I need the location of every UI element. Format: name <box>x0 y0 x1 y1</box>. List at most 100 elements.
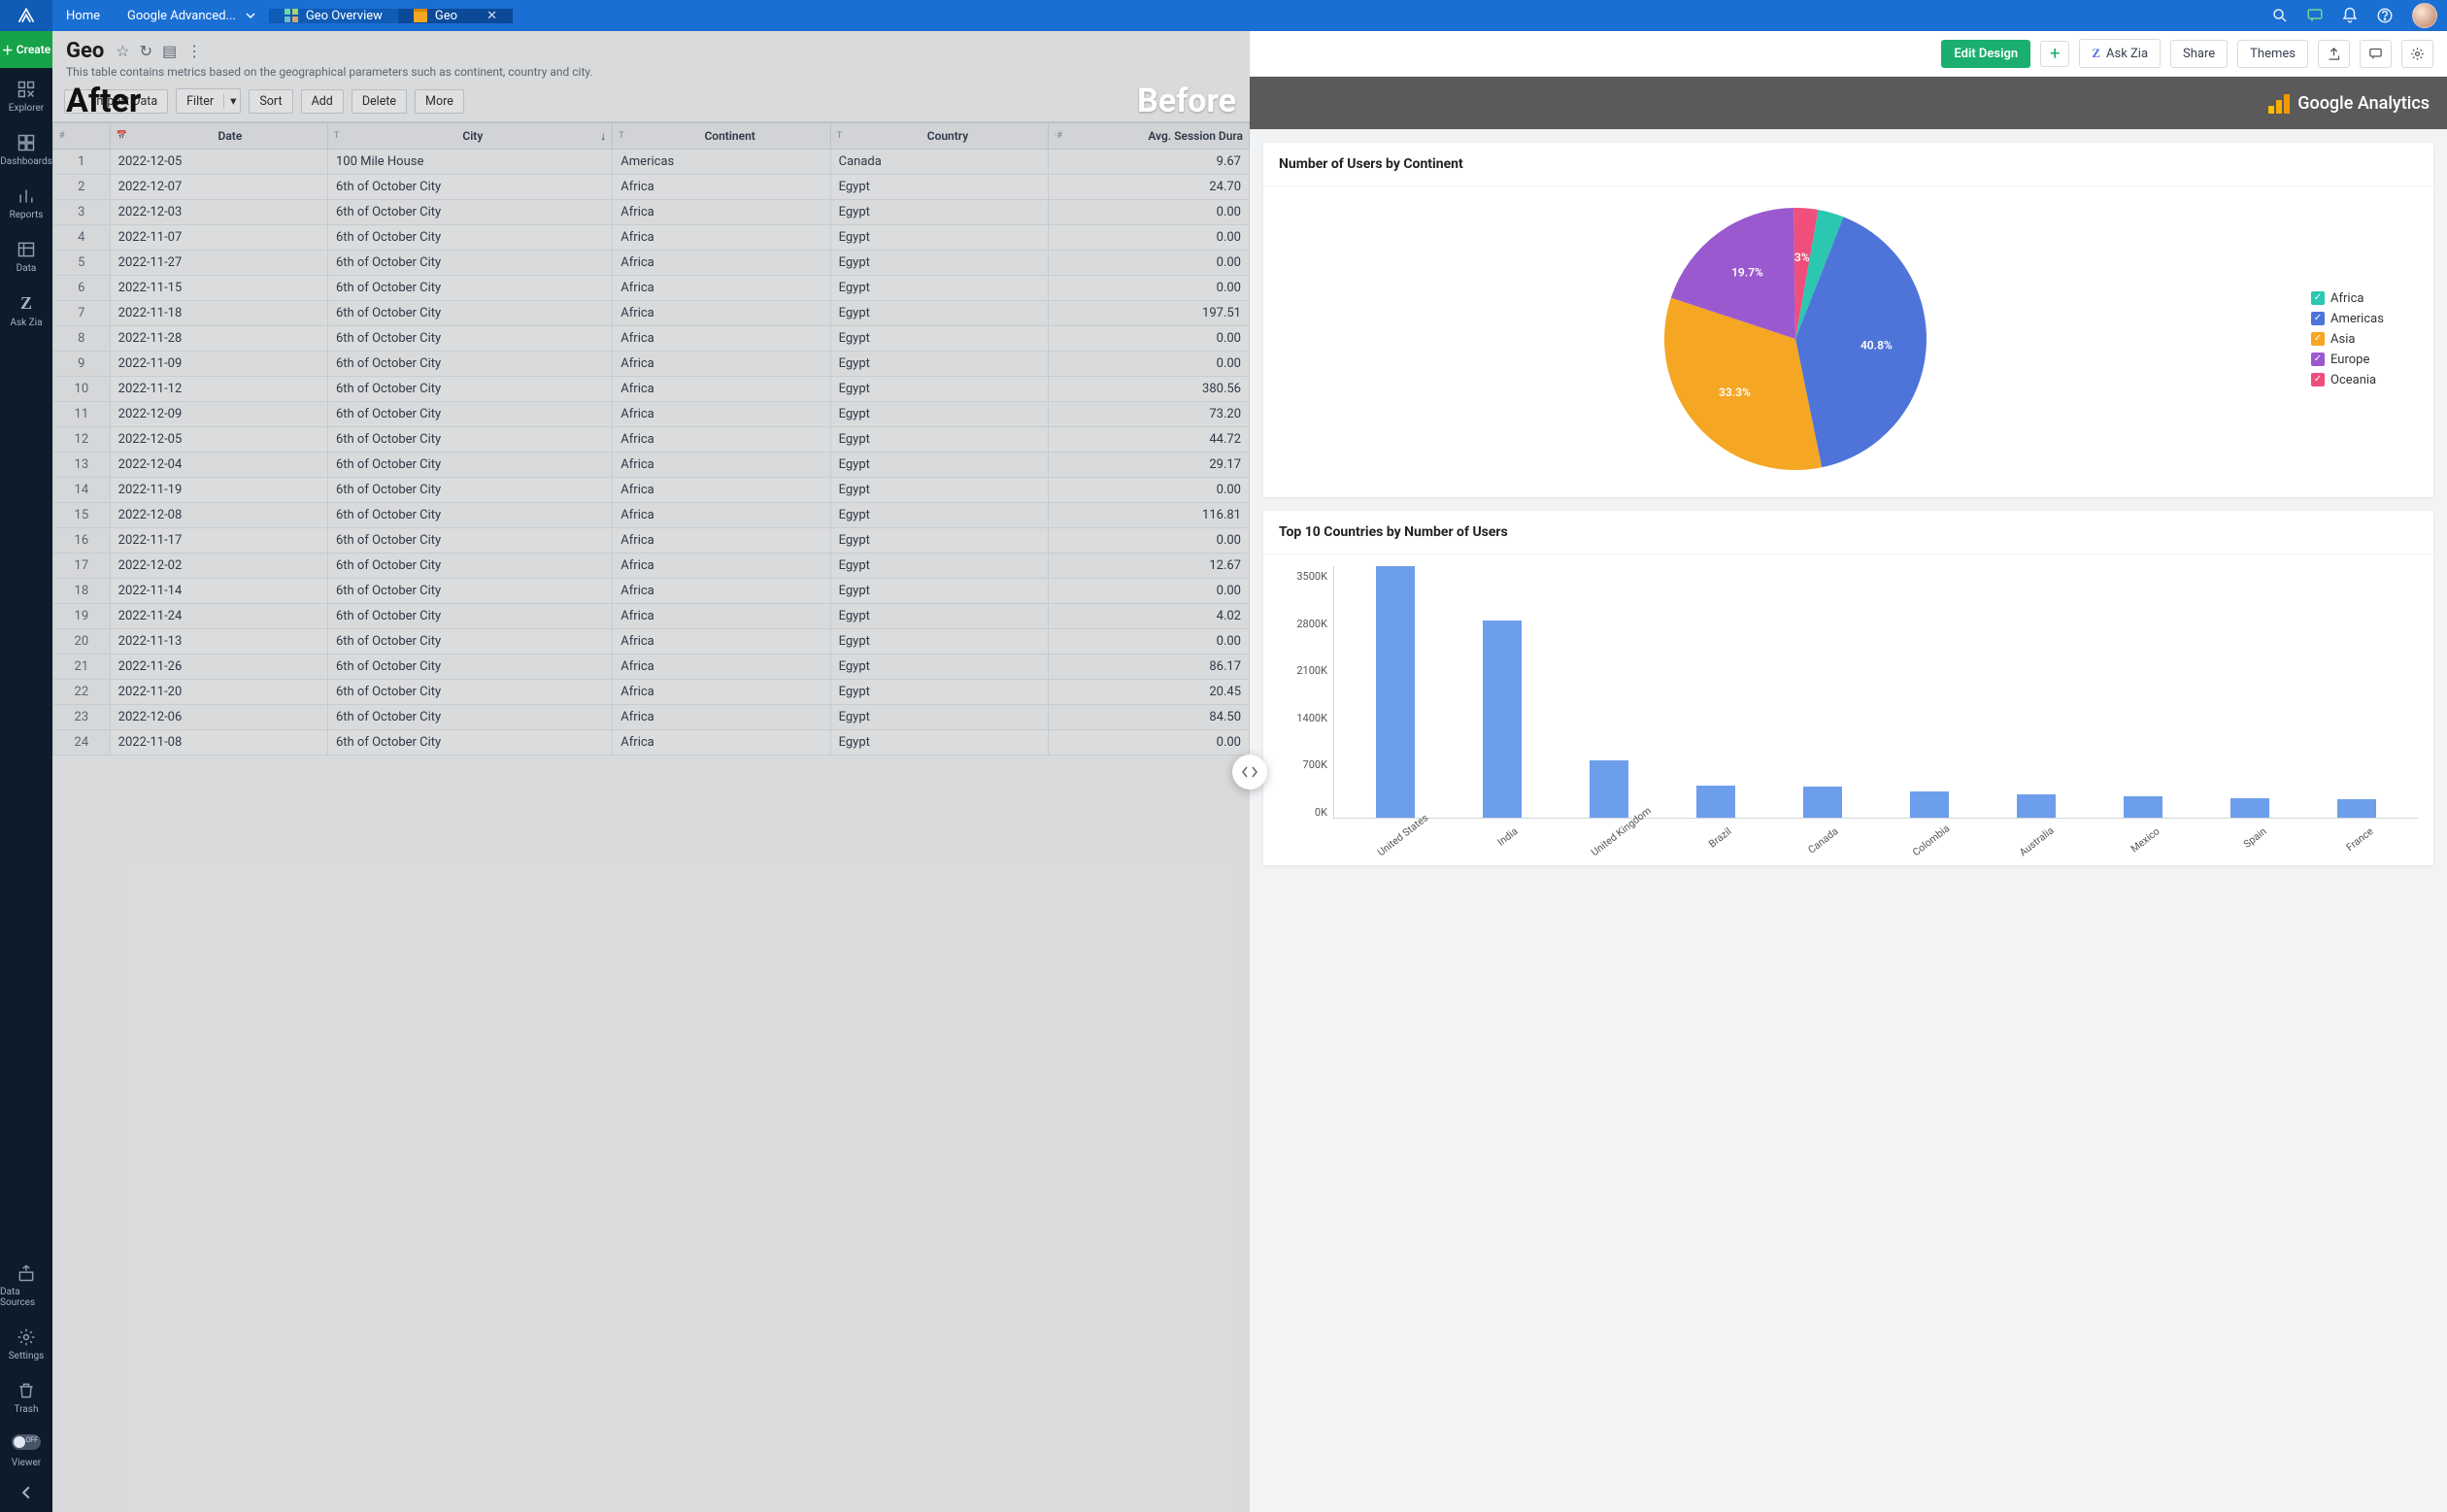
page-title: Geo <box>66 39 104 63</box>
save-icon[interactable]: ▤ <box>162 42 177 60</box>
bar-spain[interactable] <box>2230 798 2269 818</box>
legend-africa[interactable]: ✓Africa <box>2311 291 2418 306</box>
bar-brazil[interactable] <box>1696 786 1735 818</box>
nav-data-sources[interactable]: Data Sources <box>0 1252 52 1316</box>
search-icon[interactable] <box>2263 0 2297 31</box>
table-row[interactable]: 12022-12-05100 Mile HouseAmericasCanada9… <box>53 150 1250 175</box>
collapse-nav-icon[interactable] <box>19 1476 33 1512</box>
themes-button[interactable]: Themes <box>2237 40 2308 68</box>
refresh-icon[interactable]: ↻ <box>140 42 152 60</box>
share-button[interactable]: Share <box>2170 40 2228 68</box>
table-row[interactable]: 142022-11-196th of October CityAfricaEgy… <box>53 478 1250 503</box>
star-icon[interactable]: ☆ <box>116 42 129 60</box>
table-row[interactable]: 112022-12-096th of October CityAfricaEgy… <box>53 402 1250 427</box>
bar-australia[interactable] <box>2017 794 2056 818</box>
nav-trash[interactable]: Trash <box>0 1369 52 1423</box>
split-handle[interactable] <box>1232 755 1267 790</box>
bar-france[interactable] <box>2337 799 2376 818</box>
col-continent[interactable]: TContinent <box>613 123 830 150</box>
table-row[interactable]: 232022-12-066th of October CityAfricaEgy… <box>53 705 1250 730</box>
legend-americas[interactable]: ✓Americas <box>2311 312 2418 326</box>
y-tick: 0K <box>1315 806 1327 819</box>
bar-mexico[interactable] <box>2124 796 2162 818</box>
nav-dashboards[interactable]: Dashboards <box>0 121 52 175</box>
bell-icon[interactable] <box>2332 0 2367 31</box>
legend-oceania[interactable]: ✓Oceania <box>2311 373 2418 387</box>
nav-ask-zia[interactable]: ZAsk Zia <box>0 282 52 336</box>
table-row[interactable]: 92022-11-096th of October CityAfricaEgyp… <box>53 352 1250 377</box>
comment-icon[interactable] <box>2297 0 2332 31</box>
col-city[interactable]: TCity↓ <box>327 123 612 150</box>
table-row[interactable]: 212022-11-266th of October CityAfricaEgy… <box>53 655 1250 680</box>
workspace-dropdown[interactable]: Google Advanced... <box>114 0 269 31</box>
col-date[interactable]: 📅Date <box>110 123 327 150</box>
table-row[interactable]: 192022-11-246th of October CityAfricaEgy… <box>53 604 1250 629</box>
delete-button[interactable]: Delete <box>352 89 407 114</box>
export-icon[interactable] <box>2318 40 2350 68</box>
filter-button[interactable]: Filter ▾ <box>176 88 241 114</box>
pie-chart: 40.8%33.3%19.7%3% <box>1650 198 1941 480</box>
x-label: France <box>2337 824 2376 858</box>
app-logo[interactable] <box>0 0 52 31</box>
settings-icon[interactable] <box>2401 40 2433 68</box>
legend-asia[interactable]: ✓Asia <box>2311 332 2418 347</box>
table-row[interactable]: 152022-12-086th of October CityAfricaEgy… <box>53 503 1250 528</box>
table-row[interactable]: 102022-11-126th of October CityAfricaEgy… <box>53 377 1250 402</box>
sort-button[interactable]: Sort <box>249 89 292 114</box>
tab-geo-overview[interactable]: Geo Overview <box>269 9 398 23</box>
add-button[interactable]: Add <box>301 89 344 114</box>
table-row[interactable]: 172022-12-026th of October CityAfricaEgy… <box>53 554 1250 579</box>
table-row[interactable]: 222022-11-206th of October CityAfricaEgy… <box>53 680 1250 705</box>
avatar[interactable] <box>2412 3 2437 28</box>
table-row[interactable]: 42022-11-076th of October CityAfricaEgyp… <box>53 225 1250 251</box>
tab-label: Geo <box>435 9 457 23</box>
edit-design-button[interactable]: Edit Design <box>1941 40 2030 68</box>
table-row[interactable]: 52022-11-276th of October CityAfricaEgyp… <box>53 251 1250 276</box>
table-row[interactable]: 132022-12-046th of October CityAfricaEgy… <box>53 453 1250 478</box>
svg-text:3%: 3% <box>1793 251 1809 264</box>
legend-europe[interactable]: ✓Europe <box>2311 353 2418 367</box>
nav-explorer[interactable]: Explorer <box>0 68 52 121</box>
bar-united-states[interactable] <box>1376 566 1415 818</box>
close-icon[interactable]: ✕ <box>486 9 497 23</box>
nav-settings[interactable]: Settings <box>0 1316 52 1369</box>
nav-reports[interactable]: Reports <box>0 175 52 228</box>
chevron-down-icon[interactable]: ▾ <box>223 93 236 109</box>
more-button[interactable]: More <box>415 89 464 114</box>
table-row[interactable]: 32022-12-036th of October CityAfricaEgyp… <box>53 200 1250 225</box>
table-row[interactable]: 82022-11-286th of October CityAfricaEgyp… <box>53 326 1250 352</box>
col-country[interactable]: TCountry <box>830 123 1048 150</box>
legend-swatch: ✓ <box>2311 373 2325 386</box>
bar-india[interactable] <box>1483 621 1522 819</box>
table-row[interactable]: 242022-11-086th of October CityAfricaEgy… <box>53 730 1250 756</box>
comment-icon[interactable] <box>2360 40 2392 68</box>
table-row[interactable]: 22022-12-076th of October CityAfricaEgyp… <box>53 175 1250 200</box>
nav-home[interactable]: Home <box>52 0 114 31</box>
brand-bar: Google Analytics <box>1250 77 2447 129</box>
tab-geo[interactable]: Geo ✕ <box>398 9 513 23</box>
col-index[interactable]: # <box>53 123 111 150</box>
add-widget-button[interactable]: + <box>2040 41 2069 67</box>
table-row[interactable]: 202022-11-136th of October CityAfricaEgy… <box>53 629 1250 655</box>
help-icon[interactable] <box>2367 0 2402 31</box>
more-icon[interactable]: ⋮ <box>186 42 202 60</box>
ask-zia-button[interactable]: Z Ask Zia <box>2079 39 2161 68</box>
col-avg-session-dura[interactable]: ·#Avg. Session Dura <box>1048 123 1249 150</box>
table-toolbar: Import Data Filter ▾ Sort Add Delete Mor… <box>52 83 1250 122</box>
table-row[interactable]: 122022-12-056th of October CityAfricaEgy… <box>53 427 1250 453</box>
bar-united-kingdom[interactable] <box>1590 760 1628 818</box>
table-row[interactable]: 72022-11-186th of October CityAfricaEgyp… <box>53 301 1250 326</box>
nav-viewer-toggle[interactable]: Viewer <box>0 1423 52 1476</box>
nav-data[interactable]: Data <box>0 228 52 282</box>
data-table: #📅DateTCity↓TContinentTCountry·#Avg. Ses… <box>52 122 1250 756</box>
table-row[interactable]: 62022-11-156th of October CityAfricaEgyp… <box>53 276 1250 301</box>
legend-swatch: ✓ <box>2311 312 2325 325</box>
create-button[interactable]: ＋ Create <box>0 31 52 68</box>
svg-text:40.8%: 40.8% <box>1860 338 1892 352</box>
x-label: Spain <box>2230 824 2269 858</box>
bar-canada[interactable] <box>1803 787 1842 818</box>
table-row[interactable]: 162022-11-176th of October CityAfricaEgy… <box>53 528 1250 554</box>
bar-colombia[interactable] <box>1910 791 1949 818</box>
table-row[interactable]: 182022-11-146th of October CityAfricaEgy… <box>53 579 1250 604</box>
pie-legend: ✓Africa ✓Americas ✓Asia ✓Europe ✓Oceania <box>2311 291 2418 387</box>
